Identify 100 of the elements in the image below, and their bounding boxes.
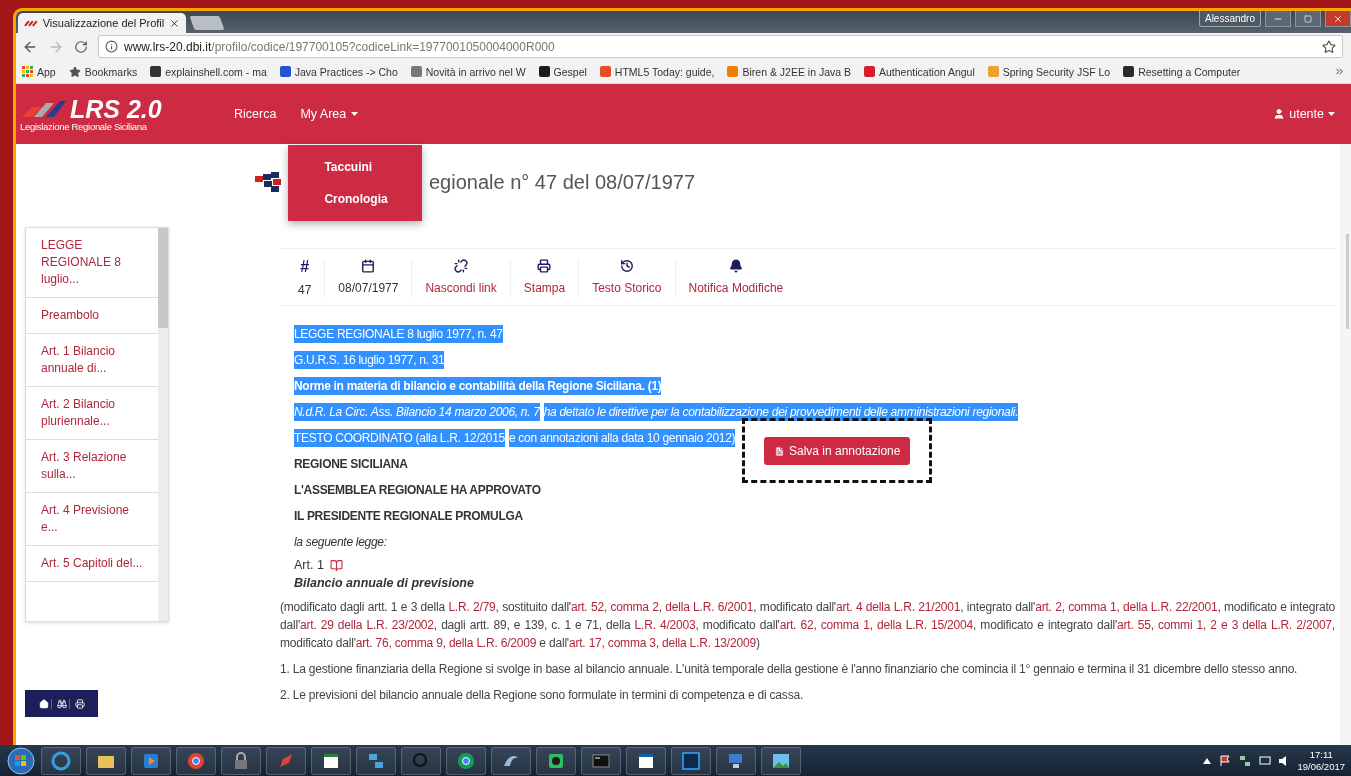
selected-text: G.U.R.S. 16 luglio 1977, n. 31 [294, 351, 445, 369]
document-text: IL PRESIDENTE REGIONALE PROMULGA [294, 508, 523, 525]
clock[interactable]: 17:11 19/06/2017 [1297, 748, 1345, 773]
taskbar-button[interactable] [761, 746, 801, 775]
user-icon [1273, 108, 1286, 120]
profile-button[interactable]: Alessandro [1198, 11, 1261, 27]
taskbar-button[interactable] [716, 746, 756, 775]
bell-icon [728, 259, 743, 273]
document-icon [774, 445, 785, 457]
law-link[interactable]: art. 2, comma 1, della L.R. [1035, 600, 1173, 614]
bookmark-link[interactable]: HTML5 Today: guide, [599, 65, 715, 78]
network-icon [1239, 754, 1252, 767]
selected-text: TESTO COORDINATO (alla L.R. 12/2015 [294, 429, 505, 447]
bookmark-link[interactable]: Bookmarks [68, 65, 138, 78]
info-icon [105, 40, 118, 53]
law-link[interactable]: L.R. 4/2003 [634, 618, 696, 632]
tab-title-text: Visualizzazione del Profil [42, 17, 165, 29]
url-text: www.lrs-20.dbi.it/profilo/codice/197700105?codiceLink=1977001050004000R000 [124, 39, 555, 54]
bookmark-link[interactable]: Biren & J2EE in Java B [727, 65, 851, 78]
document-text: la seguente legge: [294, 534, 387, 551]
toolbar-value: 08/07/1977 [338, 281, 399, 295]
law-link[interactable]: art. 76, comma 9, della L.R. 6/2009 [355, 636, 537, 650]
calendar-icon [361, 259, 376, 273]
selected-text: ha dettato le direttive per la contabilizzazione dei provvedimenti delle amministrazioni regionali. [543, 403, 1019, 421]
page-title: egionale n° 47 del 08/07/1977 [429, 170, 695, 194]
menu-item[interactable]: Cronologia [288, 183, 423, 215]
taskbar-button[interactable] [536, 746, 576, 775]
selected-text: N.d.R. La Circ. Ass. Bilancio 14 marzo 2006, n. 7 [294, 403, 540, 421]
bookmark-link[interactable]: Authentication Angul [864, 65, 975, 78]
book-icon [329, 558, 343, 572]
selected-text: Norme in materia di bilancio e contabilità della Regione Siciliana. (1) [294, 377, 662, 395]
law-link[interactable]: L.R. 2/79 [448, 600, 496, 614]
amendment-note: (modificato dagli artt. 1 e 3 della L.R. 2/79, sostituito dall'art. 52, comma 2, della L.R. 6/2001, modificato dall'art. 4 della L.R. 21/2001, integrato dall'art. 2, comma 1, della L.R. 22/2001, modificato e integrato dall'art. 29 della L.R. 23/2002, dagli artt. 89, e 139, c. 1 e 71, della L.R. 4/2003, modificato dall'art. 62, comma 1, della L.R. 15/2004, modificato e integrato dall'art. 55, commi 1, 2 e 3 della L.R. 2/2007, modificato dall'art. 76, comma 9, della L.R. 6/2009 e dall'art. 17, comma 3, della L.R. 13/2009) [280, 599, 1335, 652]
taskbar-button[interactable] [491, 746, 531, 775]
binoculars-icon [56, 698, 67, 709]
taskbar-button[interactable] [86, 746, 126, 775]
color-wheel-icon [456, 750, 476, 771]
bookmark-link[interactable]: Java Practices -> Cho [279, 65, 398, 78]
toolbar-link[interactable]: Testo Storico [592, 281, 662, 295]
law-link[interactable]: art. 29 della L.R. 23/2002 [300, 618, 434, 632]
logo-stripes-icon [20, 98, 68, 119]
color-wheel-icon [186, 750, 206, 771]
nav-link[interactable]: My Area [288, 84, 371, 144]
article-paragraph: 2. Le previsioni del bilancio annuale della Regione sono formulate in termini di competenza e di cassa. [280, 687, 805, 704]
article-number: Art. 1 [294, 558, 324, 572]
address-field[interactable]: www.lrs-20.dbi.it/profilo/codice/197700105?codiceLink=1977001050004000R000 [98, 35, 1343, 58]
new-tab-button[interactable] [189, 16, 225, 30]
close-button[interactable] [1325, 11, 1351, 27]
printer-icon [537, 259, 552, 273]
bookmark-link[interactable]: Spring Security JSF Lo [987, 65, 1111, 78]
history-icon [619, 259, 634, 273]
bookmark-link[interactable]: Gespel [538, 65, 587, 78]
printer-icon [74, 698, 85, 709]
save-annotation-button[interactable]: Salva in annotazione [764, 437, 911, 465]
logo-title: LRS 2.0 [70, 96, 162, 121]
bookmark-link[interactable]: App [22, 65, 56, 78]
maximize-icon [1304, 14, 1312, 23]
document-text: REGIONE SICILIANA [294, 456, 408, 473]
star-icon [68, 65, 81, 78]
chevron-icon [1334, 66, 1345, 77]
toolbar-link[interactable]: Notifica Modifiche [688, 281, 784, 295]
article-paragraph: 1. La gestione finanziaria della Regione si svolge in base al bilancio annuale. L'unità temporale della gestione è l'anno finanziario che comincia il 1° gennaio e termina il 31 dicembre dello stesso anno. [280, 661, 1299, 678]
close-icon [1333, 13, 1343, 24]
home-icon [38, 698, 49, 709]
article-title: Bilancio annuale di previsione [293, 576, 475, 590]
start-orb-icon [6, 745, 36, 776]
bookmark-link[interactable]: Novità in arrivo nel W [410, 65, 526, 78]
caret-icon [1328, 112, 1335, 116]
scrollbar[interactable] [158, 228, 168, 621]
reload-button[interactable] [74, 39, 88, 54]
selected-text: LEGGE REGIONALE 8 luglio 1977, n. 47 [294, 325, 503, 343]
browser-tab[interactable]: Visualizzazione del Profil [18, 13, 186, 33]
close-icon [169, 17, 180, 29]
nav-link[interactable]: Ricerca [222, 84, 289, 144]
hash-symbol: # [300, 259, 310, 275]
binoculars-button[interactable] [54, 698, 70, 709]
menu-item[interactable]: Taccuini [288, 151, 423, 183]
law-link[interactable]: art. 55, commi 1, 2 e 3 della L.R. 2/2007 [1117, 618, 1332, 632]
apps-grid-icon [22, 66, 33, 77]
toolbar-link[interactable]: Stampa [523, 281, 566, 295]
taskbar-button[interactable] [176, 746, 216, 775]
broken-link-icon [454, 259, 469, 273]
star-icon [1322, 39, 1336, 54]
user-menu[interactable]: utente [1273, 84, 1335, 144]
up-arrow-icon [1203, 757, 1212, 764]
taskbar-button[interactable] [626, 746, 666, 775]
toolbar-link[interactable]: Nascondi link [425, 281, 497, 295]
taskbar-button[interactable] [446, 746, 486, 775]
law-link[interactable]: art. 17, comma 3, della L.R. 13/2009 [568, 636, 756, 650]
logo-subtitle: Legislazione Regionale Siciliana [20, 120, 148, 132]
document-text: L'ASSEMBLEA REGIONALE HA APPROVATO [294, 482, 541, 499]
monitor-icon [1259, 754, 1272, 767]
bookmark-link[interactable]: explainshell.com - ma [150, 65, 267, 78]
taskbar-button[interactable] [311, 746, 351, 775]
stripes-favicon-icon [24, 19, 38, 27]
print-button[interactable] [72, 698, 87, 709]
bookmark-link[interactable]: Resetting a Computer [1123, 65, 1241, 78]
taskbar-button[interactable] [221, 746, 261, 775]
caret-icon [351, 112, 359, 116]
page-scrollbar[interactable] [1340, 144, 1351, 745]
